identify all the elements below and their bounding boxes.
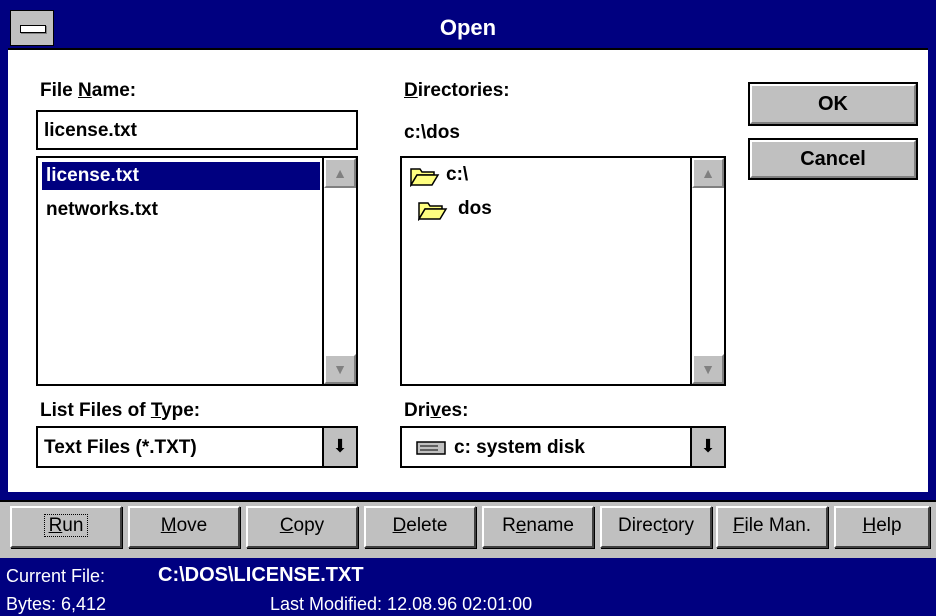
drives-label: Drives: — [404, 400, 469, 421]
directory-item[interactable]: c:\ — [410, 162, 690, 190]
file-list[interactable]: license.txt networks.txt ▲ ▼ — [36, 156, 358, 386]
directories-label: Directories: — [404, 80, 510, 101]
file-name-value: license.txt — [44, 120, 137, 141]
directory-list-scrollbar[interactable]: ▲ ▼ — [690, 158, 724, 384]
file-list-scrollbar[interactable]: ▲ ▼ — [322, 158, 356, 384]
rename-button[interactable]: Rename — [482, 506, 594, 548]
drive-select[interactable]: c: system disk ⬇ — [400, 426, 726, 468]
directory-path: c:\dos — [404, 122, 460, 143]
current-file-value: C:\DOS\LICENSE.TXT — [158, 564, 364, 586]
hard-drive-icon — [416, 441, 446, 455]
drive-value: c: system disk — [454, 437, 585, 458]
directory-item[interactable]: dos — [418, 196, 688, 224]
file-type-value: Text Files (*.TXT) — [44, 437, 197, 458]
cancel-button-label: Cancel — [800, 148, 866, 170]
directory-list[interactable]: c:\ dos ▲ ▼ — [400, 156, 726, 386]
help-button[interactable]: Help — [834, 506, 930, 548]
file-list-item[interactable]: license.txt — [42, 162, 320, 190]
copy-button[interactable]: Copy — [246, 506, 358, 548]
scroll-up-arrow-icon[interactable]: ▲ — [692, 158, 724, 188]
file-type-label: List Files of Type: — [40, 400, 201, 421]
window-title: Open — [439, 15, 497, 40]
run-button[interactable]: Run — [10, 506, 122, 548]
last-modified-value: Last Modified: 12.08.96 02:01:00 — [270, 594, 533, 614]
scroll-up-arrow-icon[interactable]: ▲ — [324, 158, 356, 188]
directory-label: dos — [458, 198, 492, 219]
cancel-button[interactable]: Cancel — [748, 138, 918, 180]
system-menu-button[interactable] — [10, 10, 54, 46]
file-name-input[interactable]: license.txt — [36, 110, 358, 150]
delete-button[interactable]: Delete — [364, 506, 476, 548]
open-folder-icon — [418, 202, 448, 221]
ok-button[interactable]: OK — [748, 82, 918, 126]
dropdown-arrow-icon[interactable]: ⬇ — [322, 428, 356, 466]
system-menu-icon — [20, 25, 46, 33]
scroll-down-arrow-icon[interactable]: ▼ — [692, 354, 724, 384]
directory-label: c:\ — [446, 164, 469, 185]
file-type-select[interactable]: Text Files (*.TXT) ⬇ — [36, 426, 358, 468]
file-list-item[interactable]: networks.txt — [42, 196, 162, 224]
ok-button-label: OK — [818, 93, 848, 115]
move-button[interactable]: Move — [128, 506, 240, 548]
scroll-down-arrow-icon[interactable]: ▼ — [324, 354, 356, 384]
bytes-value: Bytes: 6,412 — [6, 594, 107, 614]
current-file-label: Current File: — [6, 566, 106, 586]
file-name-label: File Name: — [40, 80, 137, 101]
open-folder-icon — [410, 168, 440, 187]
dropdown-arrow-icon[interactable]: ⬇ — [690, 428, 724, 466]
directory-button[interactable]: Directory — [600, 506, 712, 548]
file-manager-button[interactable]: File Man. — [716, 506, 828, 548]
status-bar: Current File: C:\DOS\LICENSE.TXT Bytes: … — [0, 558, 936, 616]
